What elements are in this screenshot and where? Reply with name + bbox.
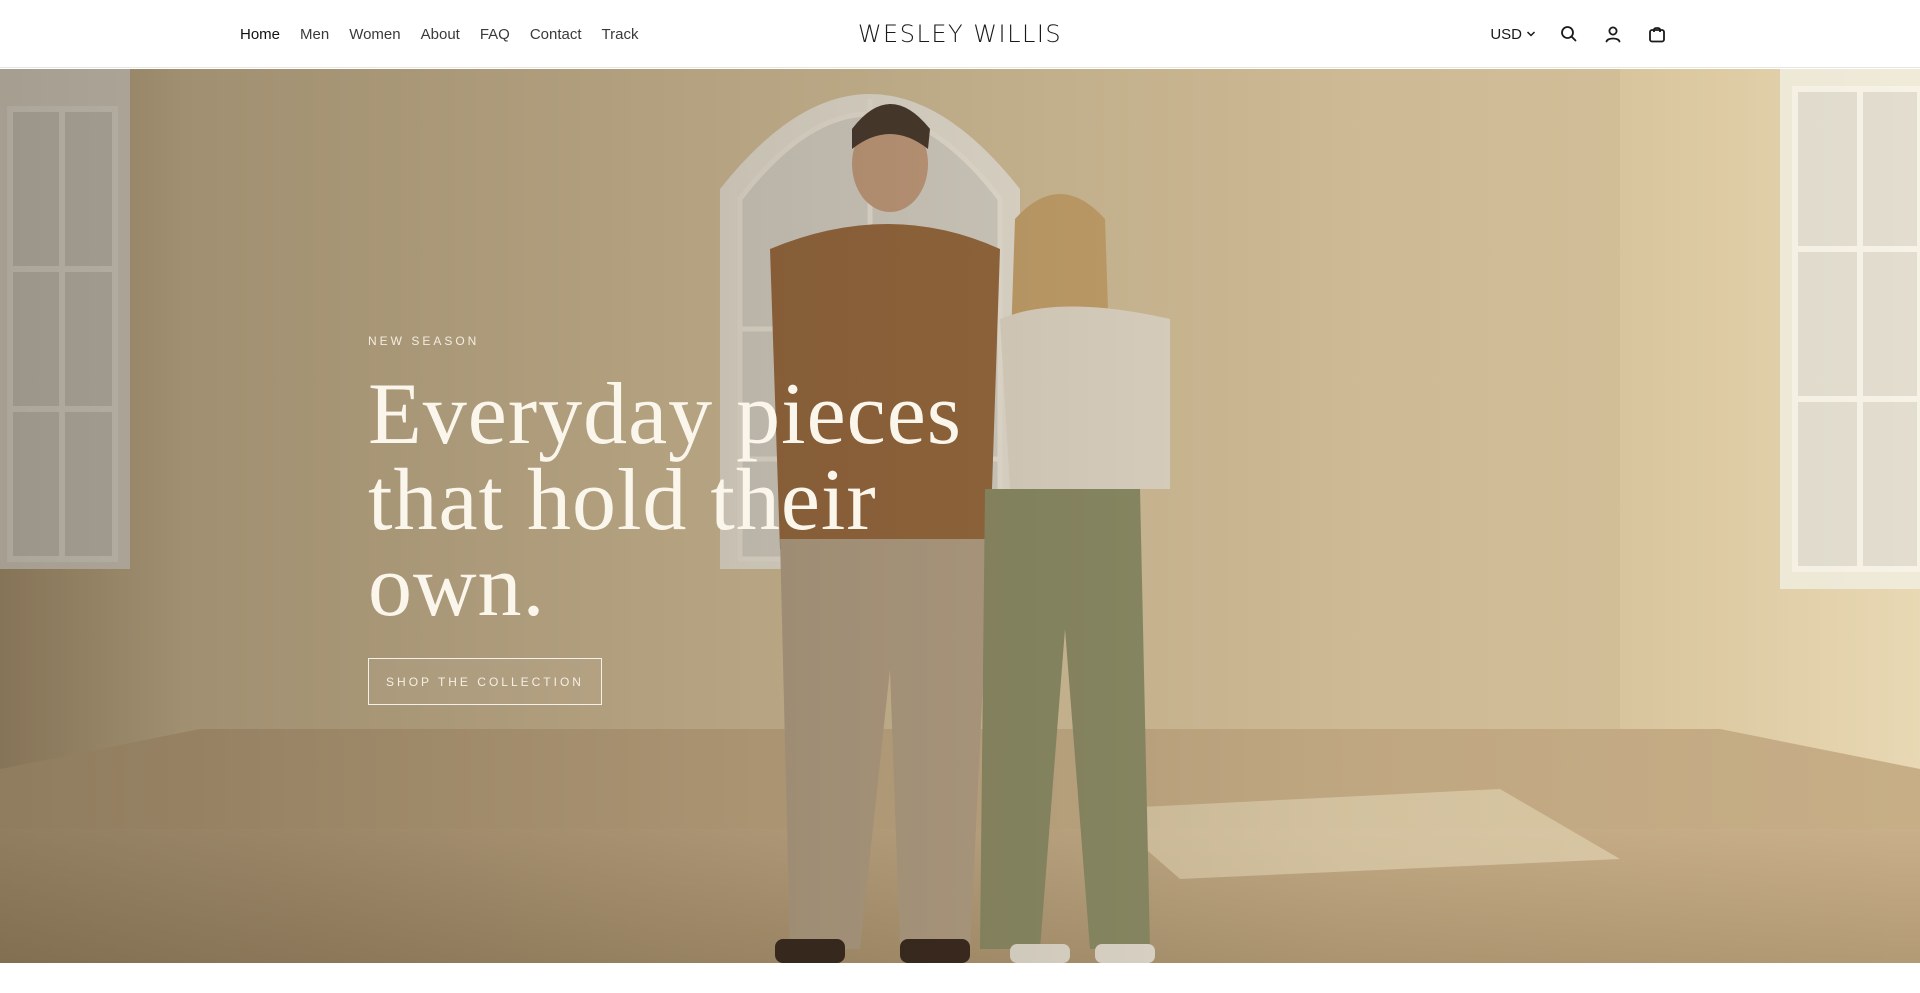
hero-headline-line-2: that hold their bbox=[368, 452, 877, 549]
nav-home[interactable]: Home bbox=[240, 26, 280, 43]
hero-headline: Everyday pieces that hold their own. bbox=[368, 366, 988, 635]
search-button[interactable] bbox=[1558, 23, 1580, 45]
hero-eyebrow: NEW SEASON bbox=[368, 334, 480, 348]
hero-content: NEW SEASON Everyday pieces that hold the… bbox=[368, 334, 988, 705]
search-icon bbox=[1561, 26, 1577, 42]
nav-men[interactable]: Men bbox=[300, 26, 329, 43]
shop-collection-button[interactable]: SHOP THE COLLECTION bbox=[368, 658, 602, 705]
hero-headline-line-1: Everyday pieces bbox=[368, 366, 963, 463]
site-header: Home Men Women About FAQ Contact Track W… bbox=[0, 0, 1920, 68]
nav-track[interactable]: Track bbox=[602, 26, 639, 43]
bag-icon bbox=[1649, 27, 1665, 43]
nav-women[interactable]: Women bbox=[349, 26, 400, 43]
header-utilities: USD bbox=[1490, 0, 1668, 68]
hero-banner: NEW SEASON Everyday pieces that hold the… bbox=[0, 69, 1920, 963]
main-nav: Home Men Women About FAQ Contact Track bbox=[240, 0, 639, 68]
currency-selector[interactable]: USD bbox=[1490, 26, 1536, 43]
nav-about[interactable]: About bbox=[421, 26, 460, 43]
chevron-down-icon bbox=[1526, 31, 1536, 37]
account-button[interactable] bbox=[1602, 23, 1624, 45]
nav-faq[interactable]: FAQ bbox=[480, 26, 510, 43]
cart-button[interactable] bbox=[1646, 23, 1668, 45]
hero-headline-line-3: own. bbox=[368, 538, 546, 635]
currency-label: USD bbox=[1490, 25, 1522, 43]
user-icon bbox=[1605, 26, 1621, 43]
nav-contact[interactable]: Contact bbox=[530, 26, 582, 43]
brand-logo-text[interactable]: WESLEY WILLIS bbox=[858, 20, 1062, 48]
